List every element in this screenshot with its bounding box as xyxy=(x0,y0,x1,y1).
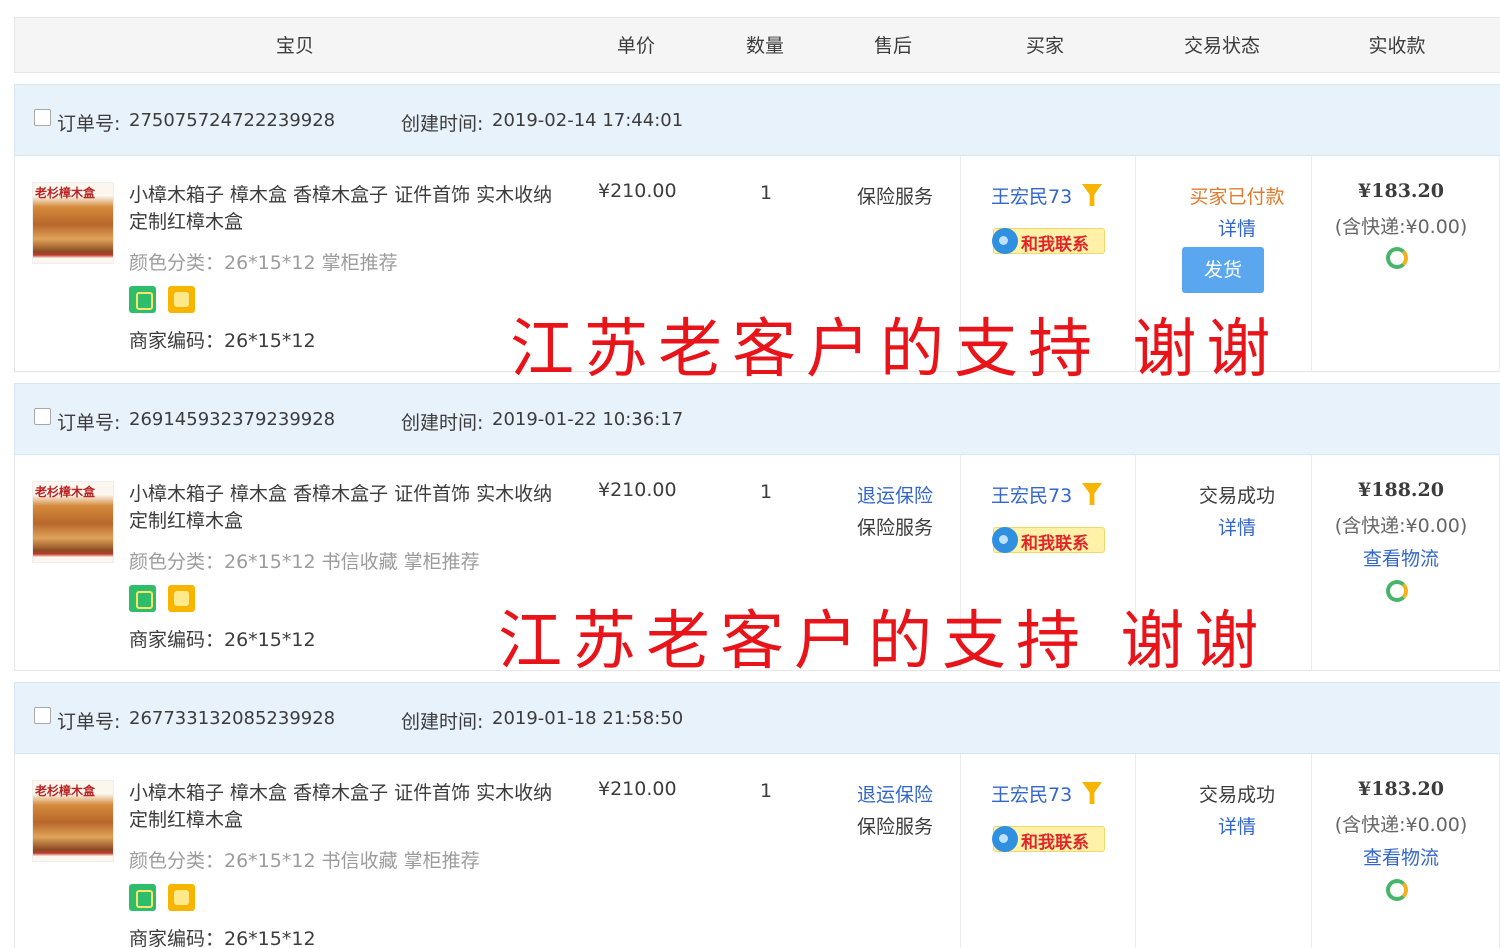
refresh-icon[interactable] xyxy=(1386,247,1408,269)
product-sku: 颜色分类：26*15*12 掌柜推荐 xyxy=(129,252,398,274)
service-badge-icon[interactable] xyxy=(168,286,195,313)
order-number: 275075724722239928 xyxy=(129,110,336,131)
funnel-icon[interactable] xyxy=(1082,782,1102,804)
return-shipping-insurance-link[interactable]: 退运保险 xyxy=(855,481,935,508)
order-checkbox[interactable] xyxy=(34,408,51,425)
contact-me-button[interactable]: 和我联系 xyxy=(992,228,1105,255)
thumbnail-logo: 老杉樟木盒 xyxy=(35,186,96,200)
trade-status: 交易成功 xyxy=(1198,784,1275,806)
col-header-item: 宝贝 xyxy=(275,35,314,57)
col-header-price: 单价 xyxy=(616,35,655,57)
created-time-label: 创建时间: xyxy=(401,412,484,434)
details-link[interactable]: 详情 xyxy=(1149,214,1325,241)
col-header-after-sales: 售后 xyxy=(873,35,912,57)
order-header: 订单号: 269145932379239928 创建时间: 2019-01-22… xyxy=(14,383,1500,455)
product-thumbnail[interactable]: 老杉樟木盒 xyxy=(32,780,114,862)
created-time: 2019-02-14 17:44:01 xyxy=(492,110,684,131)
overlay-caption: 江苏老客户的支持 谢谢 xyxy=(498,605,1269,679)
unit-price: ¥210.00 xyxy=(598,180,677,202)
order-header: 订单号: 275075724722239928 创建时间: 2019-02-14… xyxy=(14,84,1500,156)
merchant-code: 商家编码：26*15*12 xyxy=(129,629,316,651)
col-header-status: 交易状态 xyxy=(1183,35,1260,57)
order-no-label: 订单号: xyxy=(57,711,121,733)
protection-badge-icon[interactable] xyxy=(129,884,156,911)
order-checkbox[interactable] xyxy=(34,109,51,126)
details-link[interactable]: 详情 xyxy=(1149,513,1325,540)
funnel-icon[interactable] xyxy=(1082,483,1102,505)
return-shipping-insurance-link[interactable]: 退运保险 xyxy=(855,780,935,807)
order-body: 老杉樟木盒 小樟木箱子 樟木盒 香樟木盒子 证件首饰 实木收纳定制红樟木盒 颜色… xyxy=(14,754,1500,948)
product-thumbnail[interactable]: 老杉樟木盒 xyxy=(32,481,114,563)
refresh-icon[interactable] xyxy=(1386,879,1408,901)
buyer-name-link[interactable]: 王宏民73 xyxy=(991,780,1072,807)
order-header: 订单号: 267733132085239928 创建时间: 2019-01-18… xyxy=(14,682,1500,754)
overlay-caption: 江苏老客户的支持 谢谢 xyxy=(510,313,1281,387)
created-time-label: 创建时间: xyxy=(401,711,484,733)
buyer-name-link[interactable]: 王宏民73 xyxy=(991,481,1072,508)
protection-badge-icon[interactable] xyxy=(129,585,156,612)
product-thumbnail[interactable]: 老杉樟木盒 xyxy=(32,182,114,264)
contact-me-label: 和我联系 xyxy=(1021,833,1089,853)
order-no-label: 订单号: xyxy=(57,412,121,434)
order-number: 267733132085239928 xyxy=(129,708,336,729)
thumbnail-logo: 老杉樟木盒 xyxy=(35,485,96,499)
service-badge-icon[interactable] xyxy=(168,585,195,612)
order-no-label: 订单号: xyxy=(57,113,121,135)
received-amount: ¥188.20 xyxy=(1358,479,1444,501)
merchant-code: 商家编码：26*15*12 xyxy=(129,330,316,352)
quantity: 1 xyxy=(760,182,773,204)
received-amount: ¥183.20 xyxy=(1358,778,1444,800)
merchant-code: 商家编码：26*15*12 xyxy=(129,928,316,948)
view-logistics-link[interactable]: 查看物流 xyxy=(1313,544,1489,571)
col-header-buyer: 买家 xyxy=(1025,35,1064,57)
order-checkbox[interactable] xyxy=(34,707,51,724)
col-header-amount: 实收款 xyxy=(1368,35,1426,57)
product-title-link[interactable]: 小樟木箱子 樟木盒 香樟木盒子 证件首饰 实木收纳定制红樟木盒 xyxy=(129,182,569,236)
service-badge-icon[interactable] xyxy=(168,884,195,911)
details-link[interactable]: 详情 xyxy=(1149,812,1325,839)
chat-icon xyxy=(992,228,1018,254)
col-header-qty: 数量 xyxy=(745,35,784,57)
product-sku: 颜色分类：26*15*12 书信收藏 掌柜推荐 xyxy=(129,551,480,573)
ship-button[interactable]: 发货 xyxy=(1182,247,1264,293)
order-number: 269145932379239928 xyxy=(129,409,336,430)
shipping-fee: (含快递:¥0.00) xyxy=(1334,814,1468,836)
funnel-icon[interactable] xyxy=(1082,184,1102,206)
view-logistics-link[interactable]: 查看物流 xyxy=(1313,843,1489,870)
protection-badge-icon[interactable] xyxy=(129,286,156,313)
contact-me-button[interactable]: 和我联系 xyxy=(992,527,1105,554)
unit-price: ¥210.00 xyxy=(598,479,677,501)
product-title-link[interactable]: 小樟木箱子 樟木盒 香樟木盒子 证件首饰 实木收纳定制红樟木盒 xyxy=(129,481,569,535)
created-time: 2019-01-22 10:36:17 xyxy=(492,409,684,430)
refresh-icon[interactable] xyxy=(1386,580,1408,602)
created-time: 2019-01-18 21:58:50 xyxy=(492,708,684,729)
unit-price: ¥210.00 xyxy=(598,778,677,800)
trade-status: 交易成功 xyxy=(1198,485,1275,507)
insurance-service: 保险服务 xyxy=(856,517,933,539)
insurance-service: 保险服务 xyxy=(856,186,933,208)
chat-icon xyxy=(992,826,1018,852)
trade-status: 买家已付款 xyxy=(1189,186,1285,208)
shipping-fee: (含快递:¥0.00) xyxy=(1334,515,1468,537)
quantity: 1 xyxy=(760,780,773,802)
shipping-fee: (含快递:¥0.00) xyxy=(1334,216,1468,238)
chat-icon xyxy=(992,527,1018,553)
received-amount: ¥183.20 xyxy=(1358,180,1444,202)
contact-me-button[interactable]: 和我联系 xyxy=(992,826,1105,853)
product-title-link[interactable]: 小樟木箱子 樟木盒 香樟木盒子 证件首饰 实木收纳定制红樟木盒 xyxy=(129,780,569,834)
thumbnail-logo: 老杉樟木盒 xyxy=(35,784,96,798)
quantity: 1 xyxy=(760,481,773,503)
created-time-label: 创建时间: xyxy=(401,113,484,135)
product-sku: 颜色分类：26*15*12 书信收藏 掌柜推荐 xyxy=(129,850,480,872)
insurance-service: 保险服务 xyxy=(856,816,933,838)
buyer-name-link[interactable]: 王宏民73 xyxy=(991,182,1072,209)
contact-me-label: 和我联系 xyxy=(1021,534,1089,554)
table-header: 宝贝 单价 数量 售后 买家 交易状态 实收款 xyxy=(14,17,1500,73)
contact-me-label: 和我联系 xyxy=(1021,235,1089,255)
